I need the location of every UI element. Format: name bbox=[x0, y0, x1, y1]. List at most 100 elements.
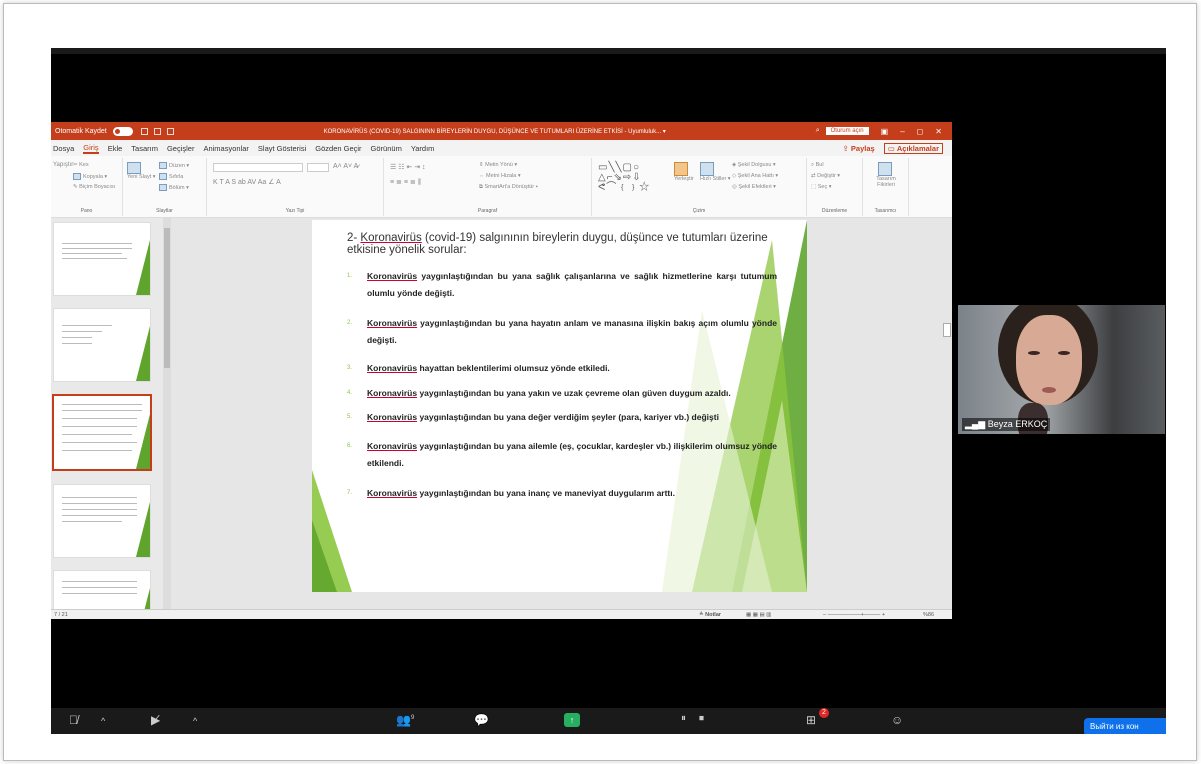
tab-1[interactable]: Dosya bbox=[53, 144, 74, 153]
redo-icon[interactable] bbox=[166, 127, 174, 135]
new-slide-button[interactable]: Yeni Slayt ▾ bbox=[127, 162, 156, 180]
tab-6[interactable]: Animasyonlar bbox=[203, 144, 248, 153]
list-icons[interactable]: ☰ ☷ ⇤ ⇥ ↕ bbox=[390, 163, 426, 171]
save-icon[interactable] bbox=[140, 127, 148, 135]
mute-microphone-icon[interactable]: 🎙̸ bbox=[69, 713, 78, 727]
question-keyword: Koronavirüs bbox=[367, 271, 418, 281]
shape-outline-button[interactable]: ◇ Şekil Ana Hattı ▾ bbox=[732, 173, 778, 179]
design-ideas-button[interactable]: Tasarım Fikirleri bbox=[871, 162, 901, 188]
thumb-text-line bbox=[62, 450, 132, 451]
question-text: yaygınlaştığından bu yana inanç ve manev… bbox=[417, 488, 675, 498]
scrollbar-thumb[interactable] bbox=[943, 323, 951, 337]
scrollbar-thumb[interactable] bbox=[164, 228, 170, 368]
audio-options-chevron-icon[interactable]: ^ bbox=[101, 716, 105, 726]
question-number: 5. bbox=[347, 414, 353, 420]
share-button[interactable]: ⇪ Paylaş bbox=[843, 144, 875, 153]
zoom-meeting-window: Otomatik Kaydet KORONAVİRÜS (COVID-19) S… bbox=[51, 48, 1166, 734]
ribbon-display-icon[interactable]: ▣ bbox=[881, 127, 889, 136]
search-icon[interactable]: ⌕ bbox=[816, 127, 820, 135]
chat-icon[interactable]: 💬 bbox=[474, 713, 489, 727]
leave-meeting-button[interactable]: Выйти из кон bbox=[1084, 718, 1166, 734]
tab-8[interactable]: Gözden Geçir bbox=[315, 144, 361, 153]
copy-label: Kopyala ▾ bbox=[83, 173, 108, 180]
align-icons[interactable]: ≡ ≣ ≡ ≣ ⫼ bbox=[390, 178, 421, 187]
section-icon bbox=[159, 184, 167, 191]
shape-fill-button[interactable]: ◈ Şekil Dolgusu ▾ bbox=[732, 162, 776, 168]
undo-icon[interactable] bbox=[153, 127, 161, 135]
comments-button[interactable]: ▭ Açıklamalar bbox=[883, 142, 943, 154]
tab-9[interactable]: Görünüm bbox=[371, 144, 402, 153]
autosave-toggle[interactable] bbox=[112, 126, 133, 136]
smartart-label: SmartArt'a Dönüştür ▾ bbox=[484, 184, 538, 190]
copy-button[interactable]: Kopyala ▾ bbox=[73, 173, 107, 180]
align-text-label: Metni Hizala ▾ bbox=[486, 173, 521, 179]
slide-thumbnail[interactable] bbox=[53, 308, 151, 382]
tab-10[interactable]: Yardım bbox=[411, 144, 435, 153]
close-icon[interactable]: ✕ bbox=[935, 127, 942, 136]
video-options-chevron-icon[interactable]: ^ bbox=[193, 716, 197, 726]
find-button[interactable]: ⌕ Bul bbox=[811, 162, 824, 169]
shape-effects-button[interactable]: ◎ Şekil Efektleri ▾ bbox=[732, 184, 776, 190]
tab-4[interactable]: Tasarım bbox=[131, 144, 158, 153]
restore-icon[interactable]: ◻ bbox=[917, 127, 924, 136]
zoom-meeting-toolbar: 🎙̸ ^ ▶̸ ^ 👥9 💬 ↑ ⏸ ⏹ ⊞ 2 ☺ Выйти из кон bbox=[51, 708, 1166, 734]
font-name-box[interactable] bbox=[213, 163, 303, 172]
apps-icon[interactable]: ⊞ bbox=[806, 713, 816, 727]
font-grow-icon[interactable]: A˄ A˅ A̷ bbox=[333, 163, 358, 170]
share-screen-icon[interactable]: ↑ bbox=[564, 713, 580, 727]
layout-button[interactable]: Düzen ▾ bbox=[159, 162, 189, 169]
current-slide[interactable]: 2- Koronavirüs (covid-19) salgınının bir… bbox=[312, 220, 807, 592]
participant-video[interactable]: ▂▄▆ Beyza ERKOÇ bbox=[958, 305, 1165, 434]
thumb-text-line bbox=[62, 581, 137, 582]
tab-5[interactable]: Geçişler bbox=[167, 144, 195, 153]
question-text: yaygınlaştığından bu yana ailemle (eş, ç… bbox=[367, 441, 777, 468]
section-button[interactable]: Bölüm ▾ bbox=[159, 184, 189, 191]
stop-share-icon[interactable]: ⏹ bbox=[699, 713, 704, 724]
text-direction-button[interactable]: ⇕ Metin Yönü ▾ bbox=[479, 162, 517, 168]
cut-button[interactable]: ✂ Kes bbox=[73, 162, 89, 168]
smartart-button[interactable]: ⧉ SmartArt'a Dönüştür ▾ bbox=[479, 184, 538, 191]
tab-2[interactable]: Giriş bbox=[83, 143, 99, 154]
tab-3[interactable]: Ekle bbox=[108, 144, 123, 153]
slide-thumbnail[interactable] bbox=[53, 222, 151, 296]
quick-styles-icon bbox=[700, 162, 714, 176]
participant-name: Beyza ERKOÇ bbox=[987, 419, 1048, 429]
canvas-scrollbar[interactable] bbox=[942, 218, 952, 609]
font-size-box[interactable] bbox=[307, 163, 329, 172]
tab-7[interactable]: Slayt Gösterisi bbox=[258, 144, 306, 153]
stop-video-icon[interactable]: ▶̸ bbox=[151, 713, 160, 727]
thumb-decoration bbox=[136, 326, 150, 381]
notes-button[interactable]: ≙ Notlar bbox=[699, 612, 721, 618]
thumbnails-scrollbar[interactable] bbox=[163, 218, 171, 609]
shapes-gallery-icon[interactable]: ▭╲╲▢○ △⌐⇘⇨⇩ ᕙ⌒﹛﹜☆ bbox=[598, 163, 650, 193]
slide-thumbnail-selected[interactable] bbox=[52, 394, 152, 471]
thumb-text-line bbox=[62, 442, 137, 443]
question-number: 4. bbox=[347, 390, 353, 396]
quick-styles-button[interactable]: Hızlı Stiller ▾ bbox=[700, 162, 731, 182]
layout-icon bbox=[159, 162, 167, 169]
minimize-icon[interactable]: – bbox=[900, 127, 904, 136]
reactions-icon[interactable]: ☺ bbox=[891, 713, 903, 727]
question-keyword: Koronavirüs bbox=[367, 441, 418, 451]
pause-share-icon[interactable]: ⏸ bbox=[681, 713, 686, 724]
find-label: Bul bbox=[815, 162, 824, 168]
thumb-text-line bbox=[62, 521, 122, 522]
zoom-slider[interactable]: – ——————+——— + bbox=[823, 612, 885, 618]
arrange-button[interactable]: Yerleştir bbox=[674, 162, 694, 182]
shape-fill-label: Şekil Dolgusu ▾ bbox=[737, 162, 776, 168]
font-format-icons[interactable]: K T A S ab AV Aa ∠ A bbox=[213, 178, 281, 186]
paste-button[interactable]: Yapıştır bbox=[53, 162, 73, 168]
comments-label: Açıklamalar bbox=[896, 143, 939, 153]
slide-thumbnail[interactable] bbox=[53, 484, 151, 558]
select-button[interactable]: ⬚ Seç ▾ bbox=[811, 184, 832, 190]
replace-button[interactable]: ⇄ Değiştir ▾ bbox=[811, 173, 840, 179]
format-painter-button[interactable]: ✎ Biçim Boyacısı bbox=[73, 184, 115, 190]
view-buttons[interactable]: ▦ ▦ ▤ ▥ bbox=[746, 612, 771, 618]
shape-outline-label: Şekil Ana Hattı ▾ bbox=[737, 173, 779, 179]
reset-button[interactable]: Sıfırla bbox=[159, 173, 183, 180]
video-person-mouth bbox=[1042, 387, 1056, 393]
participants-icon[interactable]: 👥9 bbox=[396, 713, 414, 727]
sign-in-button[interactable]: Oturum açın bbox=[825, 127, 869, 135]
align-text-button[interactable]: ⇔ Metni Hizala ▾ bbox=[479, 173, 521, 179]
section-label: Bölüm ▾ bbox=[169, 184, 189, 191]
